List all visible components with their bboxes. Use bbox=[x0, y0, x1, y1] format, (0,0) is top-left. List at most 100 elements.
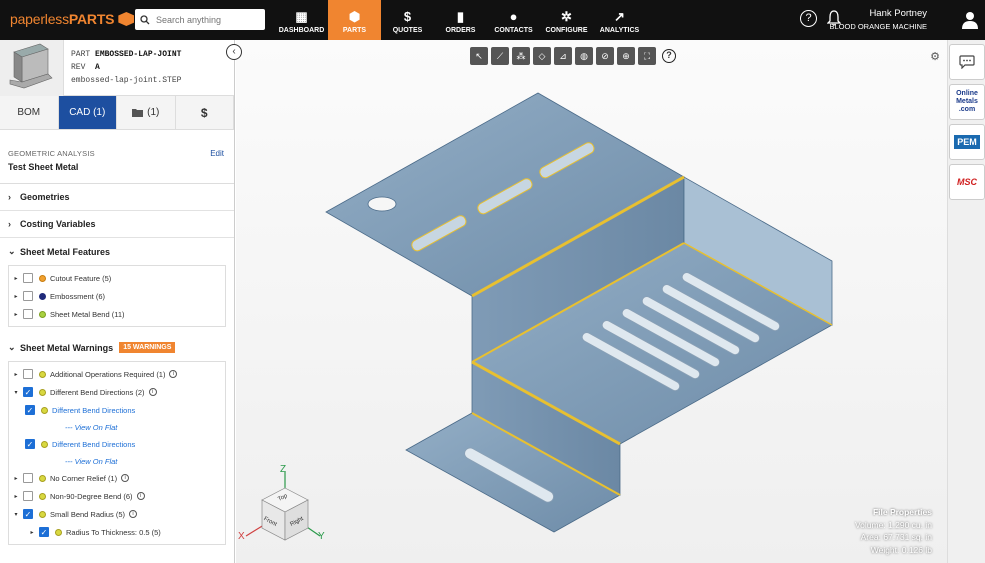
checkbox-checked[interactable]: ✓ bbox=[25, 439, 35, 449]
part-model[interactable] bbox=[236, 40, 947, 563]
online-metals-button[interactable]: Online Metals .com bbox=[949, 84, 985, 120]
part-rev: A bbox=[95, 63, 100, 72]
warning-link[interactable]: Different Bend Directions bbox=[52, 440, 135, 449]
chat-button[interactable] bbox=[949, 44, 985, 80]
caret-right-icon[interactable]: ▸ bbox=[9, 311, 23, 318]
checkbox-checked[interactable]: ✓ bbox=[23, 509, 33, 519]
info-icon[interactable]: i bbox=[136, 492, 145, 500]
rev-label: REV bbox=[71, 63, 86, 72]
file-properties: File Properties Volume: 1.290 cu. in Are… bbox=[855, 506, 932, 556]
warning-link[interactable]: Different Bend Directions bbox=[52, 406, 135, 415]
tab-bom[interactable]: BOM bbox=[0, 96, 59, 129]
warning-dot-icon bbox=[41, 440, 48, 448]
nav-label: CONFIGURE bbox=[545, 27, 588, 34]
logo-cube-icon bbox=[118, 12, 135, 26]
caret-right-icon[interactable]: ▸ bbox=[25, 529, 39, 536]
view-on-flat-link[interactable]: --- View On Flat bbox=[65, 423, 117, 432]
feature-dot-icon bbox=[39, 292, 46, 300]
caret-right-icon[interactable]: ▸ bbox=[9, 371, 23, 378]
view-on-flat-link[interactable]: --- View On Flat bbox=[65, 457, 117, 466]
checkbox[interactable] bbox=[23, 273, 33, 283]
tab-pricing[interactable]: $ bbox=[175, 96, 234, 129]
info-icon[interactable]: i bbox=[169, 370, 178, 378]
checkbox[interactable] bbox=[23, 369, 33, 379]
help-icon[interactable]: ? bbox=[800, 10, 817, 27]
tree-row[interactable]: ▸ Additional Operations Required (1) i bbox=[9, 365, 225, 383]
tree-row[interactable]: ▸ Cutout Feature (5) bbox=[9, 269, 225, 287]
tree-row[interactable]: ▸ Non-90-Degree Bend (6) i bbox=[9, 487, 225, 505]
edit-link[interactable]: Edit bbox=[210, 149, 224, 158]
tree-row[interactable]: ▾ ✓ Small Bend Radius (5) i bbox=[9, 505, 225, 523]
tab-files[interactable]: (1) bbox=[117, 96, 176, 129]
caret-down-icon[interactable]: ▾ bbox=[9, 511, 23, 518]
user-name: Hank Portney bbox=[869, 8, 927, 19]
tree-row[interactable]: ✓ Different Bend Directions bbox=[9, 435, 225, 453]
warning-label: Radius To Thickness: 0.5 (5) bbox=[66, 527, 161, 537]
msc-button[interactable]: MSC bbox=[949, 164, 985, 200]
user-avatar-icon[interactable] bbox=[961, 11, 979, 29]
section-sheet-metal-features[interactable]: ⌄ Sheet Metal Features bbox=[0, 238, 234, 265]
checkbox[interactable] bbox=[23, 309, 33, 319]
warning-label: Non-90-Degree Bend (6) bbox=[50, 491, 133, 501]
checkbox-checked[interactable]: ✓ bbox=[23, 387, 33, 397]
checkbox-checked[interactable]: ✓ bbox=[25, 405, 35, 415]
dollar-icon: $ bbox=[403, 9, 412, 24]
grid-icon: ▦ bbox=[295, 9, 308, 24]
axis-x-label: X bbox=[238, 531, 245, 542]
nav-configure[interactable]: ✲ CONFIGURE bbox=[540, 0, 593, 40]
info-icon[interactable]: i bbox=[148, 388, 157, 396]
nav-dashboard[interactable]: ▦ DASHBOARD bbox=[275, 0, 328, 40]
caret-right-icon[interactable]: ▸ bbox=[9, 275, 23, 282]
nav-contacts[interactable]: ● CONTACTS bbox=[487, 0, 540, 40]
checkbox[interactable] bbox=[23, 291, 33, 301]
checkbox[interactable] bbox=[23, 491, 33, 501]
section-geometries[interactable]: › Geometries bbox=[0, 184, 234, 211]
search-box[interactable] bbox=[135, 9, 265, 30]
section-sheet-metal-warnings[interactable]: ⌄ Sheet Metal Warnings 15 WARNINGS bbox=[0, 334, 234, 361]
volume-value: Volume: 1.290 cu. in bbox=[854, 519, 932, 530]
caret-right-icon[interactable]: ▸ bbox=[9, 293, 23, 300]
tree-row[interactable]: ✓ Different Bend Directions bbox=[9, 401, 225, 419]
checkbox-checked[interactable]: ✓ bbox=[39, 527, 49, 537]
tree-row[interactable]: ▸ Sheet Metal Bend (11) bbox=[9, 305, 225, 323]
user-menu[interactable]: Hank Portney BLOOD ORANGE MACHINE bbox=[829, 8, 927, 31]
tree-row[interactable]: ▸ No Corner Relief (1) i bbox=[9, 469, 225, 487]
tree-row[interactable]: ▸ ✓ Radius To Thickness: 0.5 (5) bbox=[9, 523, 225, 541]
paperless-parts-logo[interactable]: paperless PARTS bbox=[10, 11, 135, 27]
tab-label: BOM bbox=[17, 107, 41, 118]
view-cube[interactable]: Z X Y Top Front Right bbox=[238, 464, 333, 549]
section-costing-variables[interactable]: › Costing Variables bbox=[0, 211, 234, 238]
part-tabs: BOM CAD (1) (1) $ bbox=[0, 96, 234, 130]
chevron-right-icon: › bbox=[8, 192, 11, 202]
tree-row[interactable]: ▾ ✓ Different Bend Directions (2) i bbox=[9, 383, 225, 401]
info-icon[interactable]: i bbox=[129, 510, 138, 518]
axis-z-label: Z bbox=[280, 464, 287, 475]
tree-row[interactable]: ▸ Embossment (6) bbox=[9, 287, 225, 305]
section-title: Costing Variables bbox=[20, 219, 96, 229]
nav-parts[interactable]: ⬢ PARTS bbox=[328, 0, 381, 40]
pem-button[interactable]: PEM bbox=[949, 124, 985, 160]
cutout-hole[interactable] bbox=[367, 196, 397, 212]
nav-label: CONTACTS bbox=[494, 27, 533, 34]
caret-right-icon[interactable]: ▸ bbox=[9, 475, 23, 482]
nav-quotes[interactable]: $ QUOTES bbox=[381, 0, 434, 40]
online-metals-logo: Online Metals .com bbox=[956, 90, 978, 113]
tab-cad[interactable]: CAD (1) bbox=[58, 96, 117, 129]
cube-icon: ⬢ bbox=[348, 9, 361, 24]
search-input[interactable] bbox=[156, 14, 261, 25]
cad-viewer[interactable]: ↖ ⟋ ⁂ ◇ ⊿ ◍ ⊘ ⊕ ⛶ ? ⚙ Z X Y Top Front Ri… bbox=[236, 40, 947, 563]
info-icon[interactable]: i bbox=[121, 474, 130, 482]
nav-orders[interactable]: ▮ ORDERS bbox=[434, 0, 487, 40]
logo-text-paperless: paperless bbox=[10, 11, 69, 27]
warning-dot-icon bbox=[39, 492, 46, 500]
users-icon: ● bbox=[509, 9, 518, 24]
collapse-panel-button[interactable]: ‹ bbox=[226, 44, 242, 60]
geometric-analysis: GEOMETRIC ANALYSIS Test Sheet Metal Edit bbox=[0, 130, 234, 184]
nav-analytics[interactable]: ↗ ANALYTICS bbox=[593, 0, 646, 40]
feature-label: Cutout Feature (5) bbox=[50, 273, 112, 283]
msc-logo: MSC bbox=[957, 177, 977, 187]
caret-down-icon[interactable]: ▾ bbox=[9, 389, 23, 396]
checkbox[interactable] bbox=[23, 473, 33, 483]
caret-right-icon[interactable]: ▸ bbox=[9, 493, 23, 500]
part-name: EMBOSSED-LAP-JOINT bbox=[95, 50, 182, 59]
